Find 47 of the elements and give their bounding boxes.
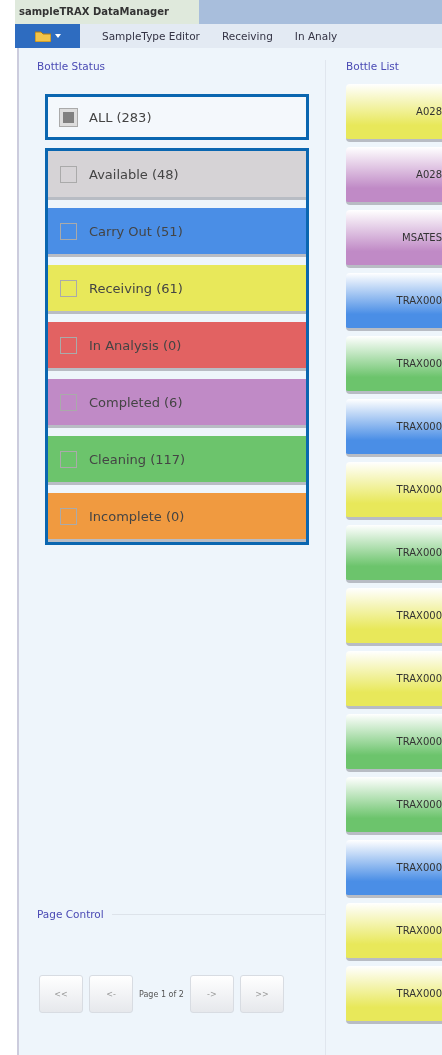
bottle-tile[interactable]: A028 (346, 147, 442, 205)
status-label: ALL (283) (89, 109, 152, 125)
checkbox[interactable] (60, 279, 77, 297)
status-label: In Analysis (0) (89, 337, 182, 353)
checkbox[interactable] (60, 450, 77, 468)
status-filter[interactable]: Incomplete (0) (48, 493, 306, 542)
window-title: sampleTRAX DataManager (15, 0, 199, 24)
bottle-tile[interactable]: TRAX000 (346, 462, 442, 520)
checkbox[interactable] (60, 222, 77, 240)
bottle-tile[interactable]: TRAX000 (346, 336, 442, 394)
menu-item[interactable]: Receiving (221, 30, 273, 42)
bottle-tile[interactable]: A028 (346, 84, 442, 142)
section-title: Page Control (36, 908, 104, 920)
checkbox[interactable] (60, 393, 77, 411)
bottle-tile[interactable]: TRAX000 (346, 525, 442, 583)
bottle-tile[interactable]: TRAX000 (346, 714, 442, 772)
status-label: Carry Out (51) (89, 223, 183, 239)
section-title: Bottle Status (36, 60, 107, 72)
folder-icon (34, 30, 51, 42)
status-filter[interactable]: Receiving (61) (48, 265, 306, 314)
checkbox[interactable] (60, 507, 77, 525)
bottle-tile[interactable]: MSATES (346, 210, 442, 268)
status-label: Incomplete (0) (89, 508, 185, 524)
bottle-tile[interactable]: TRAX000 (346, 903, 442, 961)
status-filter[interactable]: Cleaning (117) (48, 436, 306, 485)
checkbox[interactable] (60, 165, 77, 183)
bottle-tile[interactable]: TRAX000 (346, 399, 442, 457)
app-menu-button[interactable] (15, 24, 80, 48)
status-filter[interactable]: Completed (6) (48, 379, 306, 428)
section-title: Bottle List (345, 60, 400, 72)
page-indicator: Page 1 of 2 (139, 989, 184, 999)
checkbox[interactable] (60, 336, 77, 354)
caret-icon (54, 34, 61, 38)
status-label: Receiving (61) (89, 280, 183, 296)
status-filter[interactable]: Available (48) (48, 151, 306, 200)
bottle-tile[interactable]: TRAX000 (346, 966, 442, 1024)
status-label: Cleaning (117) (89, 451, 186, 467)
status-label: Completed (6) (89, 394, 183, 410)
menu-item[interactable]: SampleType Editor (102, 30, 200, 42)
bottle-tile[interactable]: TRAX000 (346, 840, 442, 898)
bottle-tile[interactable]: TRAX000 (346, 588, 442, 646)
bottle-tile[interactable]: TRAX000 (346, 273, 442, 331)
bottle-tile[interactable]: TRAX000 (346, 651, 442, 709)
status-label: Available (48) (89, 166, 179, 182)
menu-item[interactable]: In Analy (294, 30, 338, 42)
bottle-tile[interactable]: TRAX000 (346, 777, 442, 835)
status-filter[interactable]: ALL (283) (45, 94, 309, 140)
